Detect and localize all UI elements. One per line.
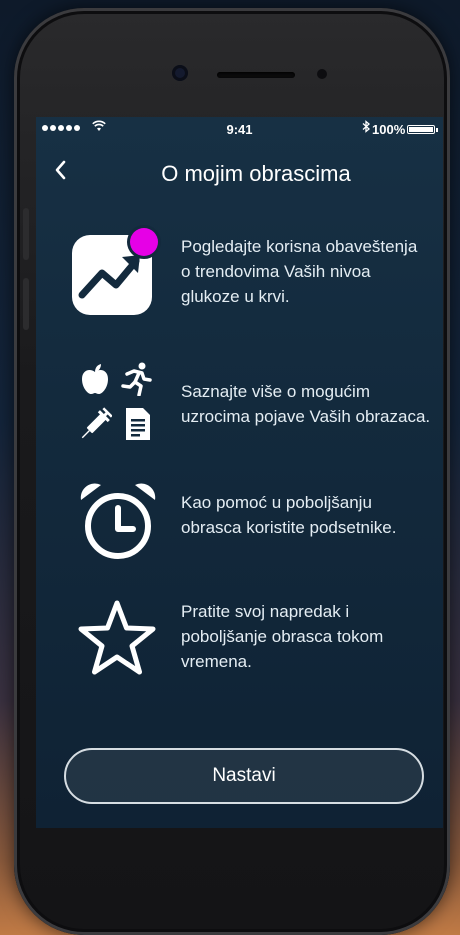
runner-icon bbox=[121, 362, 152, 396]
continue-button[interactable]: Nastavi bbox=[64, 748, 424, 804]
volume-up-button bbox=[23, 208, 29, 260]
feature-row-reminders: Kao pomoć u poboljšanju obrasca koristit… bbox=[36, 477, 443, 567]
battery-percent: 100% bbox=[372, 122, 406, 137]
front-camera bbox=[172, 65, 188, 81]
feature-text-trends: Pogledajte korisna obaveštenja o trendov… bbox=[181, 237, 418, 306]
syringe-icon bbox=[81, 407, 112, 439]
bluetooth-icon bbox=[362, 120, 370, 133]
trend-notification-icon bbox=[72, 225, 161, 315]
feature-row-progress: Pratite svoj napredak i poboljšanje obra… bbox=[36, 597, 443, 687]
star-icon bbox=[78, 600, 156, 675]
feature-row-trends: Pogledajte korisna obaveštenja o trendov… bbox=[36, 217, 443, 317]
battery-icon bbox=[407, 125, 438, 134]
volume-down-button bbox=[23, 278, 29, 330]
proximity-sensor bbox=[317, 69, 327, 79]
feature-row-causes: Saznajte više o mogućim uzrocima pojave … bbox=[36, 357, 443, 467]
alarm-clock-icon bbox=[80, 483, 156, 559]
status-bar: 9:41 100% bbox=[36, 117, 443, 141]
feature-text-causes: Saznajte više o mogućim uzrocima pojave … bbox=[181, 382, 431, 426]
app-screen: 9:41 100% O mojim obrascima Pogledajte k… bbox=[36, 117, 443, 828]
earpiece-speaker bbox=[217, 72, 295, 78]
feature-text-progress: Pratite svoj napredak i poboljšanje obra… bbox=[181, 602, 384, 671]
feature-text-reminders: Kao pomoć u poboljšanju obrasca koristit… bbox=[181, 493, 397, 537]
document-icon bbox=[126, 408, 150, 440]
page-title: O mojim obrascima bbox=[161, 161, 351, 186]
continue-button-label: Nastavi bbox=[212, 765, 276, 786]
apple-icon bbox=[82, 364, 108, 394]
